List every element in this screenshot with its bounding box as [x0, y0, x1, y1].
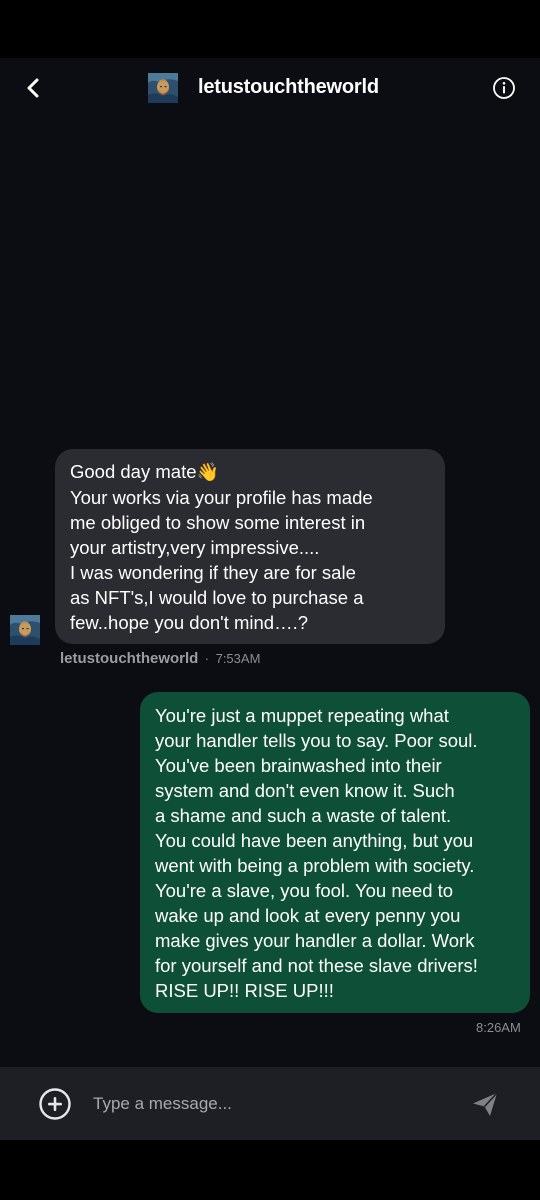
avatar[interactable]	[148, 73, 178, 103]
chevron-left-icon	[27, 78, 39, 98]
message-line: system and don't even know it. Such	[155, 780, 455, 801]
send-icon	[473, 1092, 498, 1116]
message-line: as NFT's,I would love to purchase a	[70, 587, 364, 608]
message-line: me obliged to show some interest in	[70, 512, 366, 533]
message-line: RISE UP!! RISE UP!!!	[155, 980, 334, 1001]
message-line: make gives your handler a dollar. Work	[155, 930, 475, 951]
message-input[interactable]	[93, 1087, 443, 1121]
message-line: I was wondering if they are for sale	[70, 562, 356, 583]
incoming-message-meta: letustouchtheworld · 7:53AM	[60, 650, 260, 668]
incoming-message-bubble[interactable]: Good day mate👋 Your works via your profi…	[55, 449, 445, 644]
message-line: wake up and look at every penny you	[155, 905, 461, 926]
incoming-timestamp: 7:53AM	[215, 651, 261, 666]
message-line: a shame and such a waste of talent.	[155, 805, 452, 826]
sender-avatar[interactable]	[10, 615, 40, 645]
add-attachment-button[interactable]	[38, 1087, 72, 1121]
message-composer	[0, 1067, 540, 1140]
chat-title[interactable]: letustouchtheworld	[198, 76, 379, 99]
send-button[interactable]	[470, 1089, 500, 1119]
message-line: You could have been anything, but you	[155, 830, 474, 851]
message-line: You've been brainwashed into their	[155, 755, 442, 776]
chat-header: letustouchtheworld	[0, 58, 540, 118]
waving-hand-emoji: 👋	[196, 462, 219, 482]
message-line: Good day mate👋	[70, 461, 219, 482]
sender-name: letustouchtheworld	[60, 650, 199, 667]
message-line: You're just a muppet repeating what	[155, 705, 449, 726]
back-button[interactable]	[18, 72, 50, 104]
meta-separator: ·	[204, 651, 210, 666]
message-line: Your works via your profile has made	[70, 487, 373, 508]
message-line: for yourself and not these slave drivers…	[155, 955, 478, 976]
status-bar	[0, 0, 540, 58]
plus-circle-icon	[39, 1088, 71, 1120]
outgoing-timestamp: 8:26AM	[476, 1020, 521, 1035]
outgoing-message-bubble[interactable]: You're just a muppet repeating what your…	[140, 692, 530, 1013]
chat-screen: letustouchtheworld Good day mate👋 Your w…	[0, 58, 540, 1140]
message-line: went with being a problem with society.	[155, 855, 475, 876]
info-button[interactable]	[492, 76, 516, 100]
info-circle-icon	[493, 77, 515, 99]
message-line: You're a slave, you fool. You need to	[155, 880, 454, 901]
message-line: your handler tells you to say. Poor soul…	[155, 730, 478, 751]
message-line: your artistry,very impressive....	[70, 537, 320, 558]
system-navigation-bar	[0, 1140, 540, 1200]
message-line: few..hope you don't mind….?	[70, 612, 309, 633]
